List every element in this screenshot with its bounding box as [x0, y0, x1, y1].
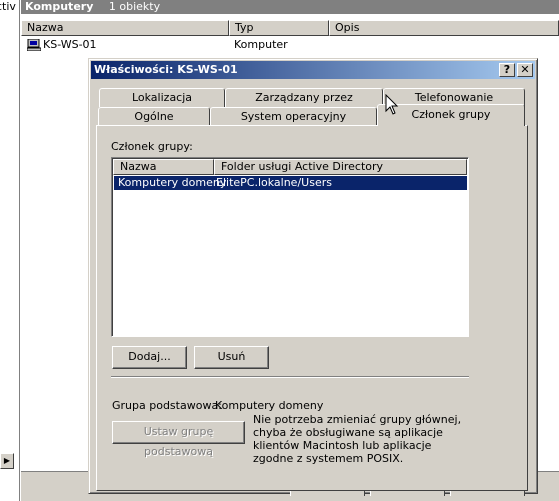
properties-dialog: Właściwości: KS-WS-01 ? ✕ Lokalizacja Za… [88, 58, 538, 494]
group-folder: ElitePC.lokalne/Users [216, 176, 332, 189]
primary-group-label: Grupa podstawowa: [112, 399, 222, 412]
dialog-title: Właściwości: KS-WS-01 [94, 63, 238, 76]
object-count: 1 obiekty [108, 0, 161, 13]
tree-pane: ctiv ▶ [0, 0, 20, 501]
help-button[interactable]: ? [499, 63, 515, 77]
member-of-list[interactable]: Nazwa Folder usługi Active Directory Kom… [111, 157, 469, 337]
mouse-pointer-icon [385, 93, 399, 116]
close-button[interactable]: ✕ [517, 63, 533, 77]
remove-button[interactable]: Usuń [194, 346, 269, 369]
add-button[interactable]: Dodaj... [112, 346, 187, 369]
column-header-type[interactable]: Typ [229, 20, 329, 36]
list-header-name[interactable]: Nazwa [113, 159, 214, 175]
computer-type: Komputer [234, 38, 288, 51]
divider [111, 376, 469, 378]
set-primary-group-button[interactable]: Ustaw grupę podstawową [112, 421, 245, 458]
pane-header: Komputery 1 obiekty [21, 0, 559, 14]
tree-pane-text: ctiv [0, 0, 16, 13]
tab-panel-member-of: Członek grupy: Nazwa Folder usługi Activ… [96, 125, 528, 491]
primary-group-value: Komputery domeny [215, 399, 324, 412]
group-name: Komputery domeny [118, 176, 227, 189]
list-header-folder[interactable]: Folder usługi Active Directory [214, 159, 467, 175]
tab-lokalizacja[interactable]: Lokalizacja [99, 88, 225, 107]
member-of-label: Członek grupy: [111, 140, 193, 153]
primary-group-note: Nie potrzeba zmieniać grupy głównej, chy… [253, 413, 462, 465]
computer-icon [26, 38, 42, 52]
tab-system-operacyjny[interactable]: System operacyjny [210, 107, 377, 126]
dialog-titlebar[interactable]: Właściwości: KS-WS-01 ? ✕ [91, 61, 535, 79]
tab-czlonek-grupy[interactable]: Członek grupy [377, 104, 525, 126]
pane-title: Komputery [25, 0, 94, 13]
table-row[interactable]: Komputery domeny ElitePC.lokalne/Users [114, 176, 467, 190]
tab-zarzadzany-przez[interactable]: Zarządzany przez [225, 88, 383, 107]
scroll-right-button[interactable]: ▶ [0, 453, 14, 469]
tab-ogolne[interactable]: Ogólne [98, 107, 210, 126]
list-item[interactable]: KS-WS-01 Komputer [21, 37, 478, 53]
computer-name: KS-WS-01 [43, 38, 97, 51]
column-header-name[interactable]: Nazwa [21, 20, 229, 36]
column-header-description[interactable]: Opis [329, 20, 559, 36]
